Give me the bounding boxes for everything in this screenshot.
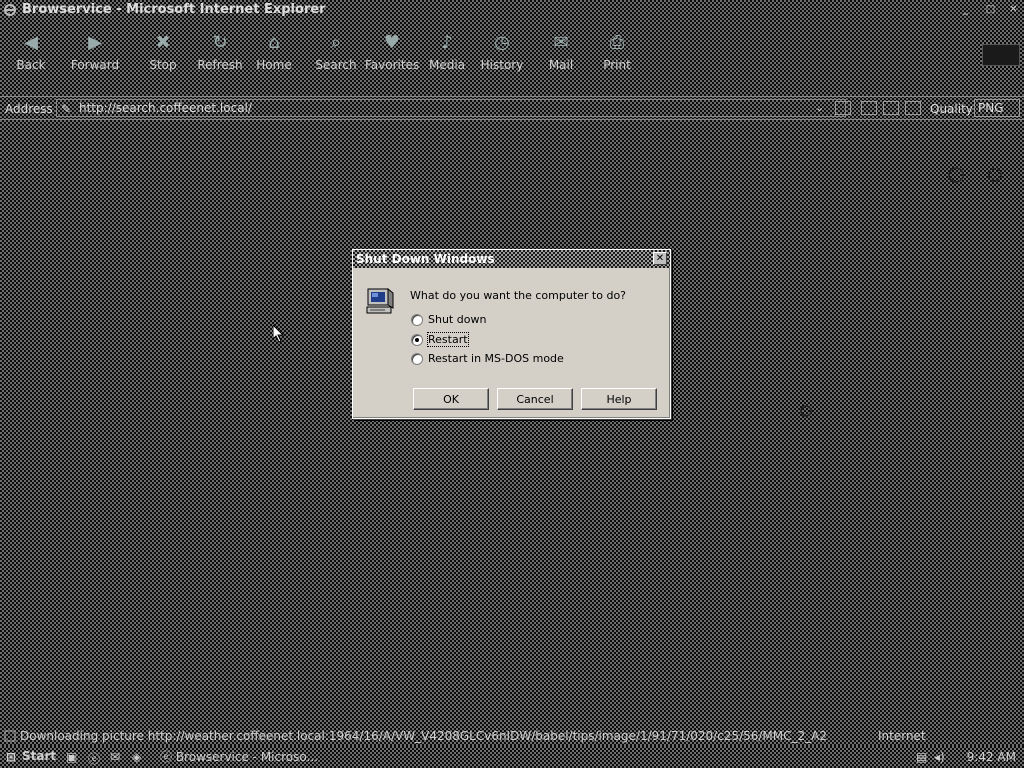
toolbar-button-label: Favorites xyxy=(365,58,420,72)
toolbar-history-button[interactable]: ◷ History xyxy=(475,32,529,92)
page-content xyxy=(0,120,1024,726)
copy-icon[interactable] xyxy=(861,101,877,115)
option-label: Shut down xyxy=(428,313,487,326)
toolbar-button-label: Home xyxy=(256,58,292,72)
radio-restart-ms-dos[interactable] xyxy=(411,353,423,365)
volume-tray-icon[interactable]: ◂) xyxy=(934,750,945,764)
mail-icon: ✉ xyxy=(553,32,569,53)
toolbar-button-label: Media xyxy=(428,58,466,72)
status-text: Downloading picture http://weather.coffe… xyxy=(20,729,827,743)
toolbar-mail-button[interactable]: ✉ Mail xyxy=(534,32,588,92)
taskbar-item-browservice[interactable]: ⓔ Browservice - Microso... xyxy=(160,748,320,766)
quicklaunch-desktop-icon[interactable]: ▣ xyxy=(66,750,80,764)
system-tray: ▤ ◂) 9:42 AM xyxy=(912,748,1022,766)
address-label: Address xyxy=(5,102,53,116)
stop-icon: ✖ xyxy=(155,32,171,53)
cut-icon[interactable] xyxy=(905,101,921,115)
toolbar-media-button[interactable]: ♪ Media xyxy=(420,32,474,92)
info-icon[interactable] xyxy=(946,165,966,185)
refresh-icon: ↻ xyxy=(212,32,228,53)
close-icon[interactable]: ✕ xyxy=(1006,3,1021,17)
toolbar-back-button[interactable]: ◀ Back xyxy=(4,32,58,92)
start-button[interactable]: ⊞ Start xyxy=(4,748,57,766)
taskbar-ie-icon: ⓔ xyxy=(160,750,176,764)
network-tray-icon[interactable]: ▤ xyxy=(916,750,927,764)
media-icon: ♪ xyxy=(441,32,453,53)
forward-arrow-icon: ▶ xyxy=(88,32,102,53)
ie-logo-icon xyxy=(4,4,16,16)
dropdown-arrow-icon[interactable]: ⌄ xyxy=(815,101,831,115)
option-label: Restart in MS-DOS mode xyxy=(428,352,564,365)
ok-button[interactable]: OK xyxy=(413,388,489,410)
download-icon xyxy=(4,730,16,742)
toolbar-button-label: Stop xyxy=(149,58,177,72)
windows-throbber-logo xyxy=(982,44,1020,66)
minimize-icon[interactable]: _ xyxy=(958,3,973,17)
address-input[interactable]: ✎ http://search.coffeenet.local/ xyxy=(56,99,846,117)
quicklaunch-media-icon[interactable]: ◈ xyxy=(132,750,146,764)
windows-flag-icon: ⊞ xyxy=(6,750,17,764)
settings-gear-icon[interactable] xyxy=(984,165,1006,185)
computer-icon xyxy=(366,287,394,314)
format-select[interactable]: PNG xyxy=(974,99,1020,117)
history-icon: ◷ xyxy=(494,32,510,53)
address-url: http://search.coffeenet.local/ xyxy=(79,101,252,115)
clock[interactable]: 9:42 AM xyxy=(967,750,1016,764)
quicklaunch-outlook-icon[interactable]: ✉ xyxy=(110,750,124,764)
dialog-title: Shut Down Windows xyxy=(356,252,495,266)
go-icon[interactable] xyxy=(835,101,851,115)
toolbar-refresh-button[interactable]: ↻ Refresh xyxy=(193,32,247,92)
search-icon: ⌕ xyxy=(330,32,342,53)
toolbar-favorites-button[interactable]: ♥ Favorites xyxy=(365,32,419,92)
toolbar-button-label: Mail xyxy=(548,58,574,72)
address-bar: Address ✎ http://search.coffeenet.local/… xyxy=(0,96,1024,120)
radio-shut-down[interactable] xyxy=(411,314,423,326)
dialog-titlebar[interactable]: Shut Down Windows ✕ xyxy=(353,250,670,268)
quicklaunch-ie-icon[interactable]: ⓔ xyxy=(88,750,102,766)
quality-label: Quality xyxy=(930,102,973,116)
start-label: Start xyxy=(22,749,57,763)
dialog-close-button[interactable]: ✕ xyxy=(653,252,667,265)
format-value: PNG xyxy=(978,101,1004,115)
toolbar-button-label: Forward xyxy=(70,58,120,72)
toolbar-button-label: Back xyxy=(16,58,46,72)
taskbar: ⊞ Start ▣ ⓔ ✉ ◈ ⓔ Browservice - Microso.… xyxy=(0,746,1024,768)
security-zone: Internet xyxy=(878,729,926,743)
help-button[interactable]: Help xyxy=(581,388,657,410)
toolbar-print-button[interactable]: ⎙ Print xyxy=(590,32,644,92)
window-titlebar[interactable]: Browservice - Microsoft Internet Explore… xyxy=(0,0,1024,20)
close-x-icon: ✕ xyxy=(655,253,665,264)
status-bar: Downloading picture http://weather.coffe… xyxy=(0,726,1024,746)
paste-icon[interactable] xyxy=(883,101,899,115)
search-magnifier-icon xyxy=(800,405,812,417)
toolbar-forward-button[interactable]: ▶ Forward xyxy=(68,32,122,92)
print-icon: ⎙ xyxy=(609,32,625,53)
back-arrow-icon: ◀ xyxy=(24,32,38,53)
home-icon: ⌂ xyxy=(268,32,280,53)
favorites-icon: ♥ xyxy=(383,32,401,53)
cancel-button[interactable]: Cancel xyxy=(497,388,573,410)
radio-restart[interactable] xyxy=(411,334,423,346)
maximize-icon[interactable]: □ xyxy=(983,3,998,17)
shutdown-dialog: Shut Down Windows ✕ What do you want the… xyxy=(352,249,671,419)
toolbar-button-label: Refresh xyxy=(197,58,243,72)
dialog-question: What do you want the computer to do? xyxy=(410,289,627,302)
taskbar-item-label: Browservice - Microso... xyxy=(175,750,318,764)
desktop-overlay: Browservice - Microsoft Internet Explore… xyxy=(0,0,1024,768)
toolbar-stop-button[interactable]: ✖ Stop xyxy=(136,32,190,92)
toolbar-button-label: History xyxy=(480,58,524,72)
toolbar-button-label: Search xyxy=(315,58,357,72)
mouse-cursor-icon xyxy=(273,325,285,343)
option-label: Restart xyxy=(427,332,469,347)
window-title: Browservice - Microsoft Internet Explore… xyxy=(22,2,326,17)
toolbar-home-button[interactable]: ⌂ Home xyxy=(247,32,301,92)
page-icon: ✎ xyxy=(61,102,72,116)
toolbar-search-button[interactable]: ⌕ Search xyxy=(309,32,363,92)
toolbar-button-label: Print xyxy=(603,58,631,72)
